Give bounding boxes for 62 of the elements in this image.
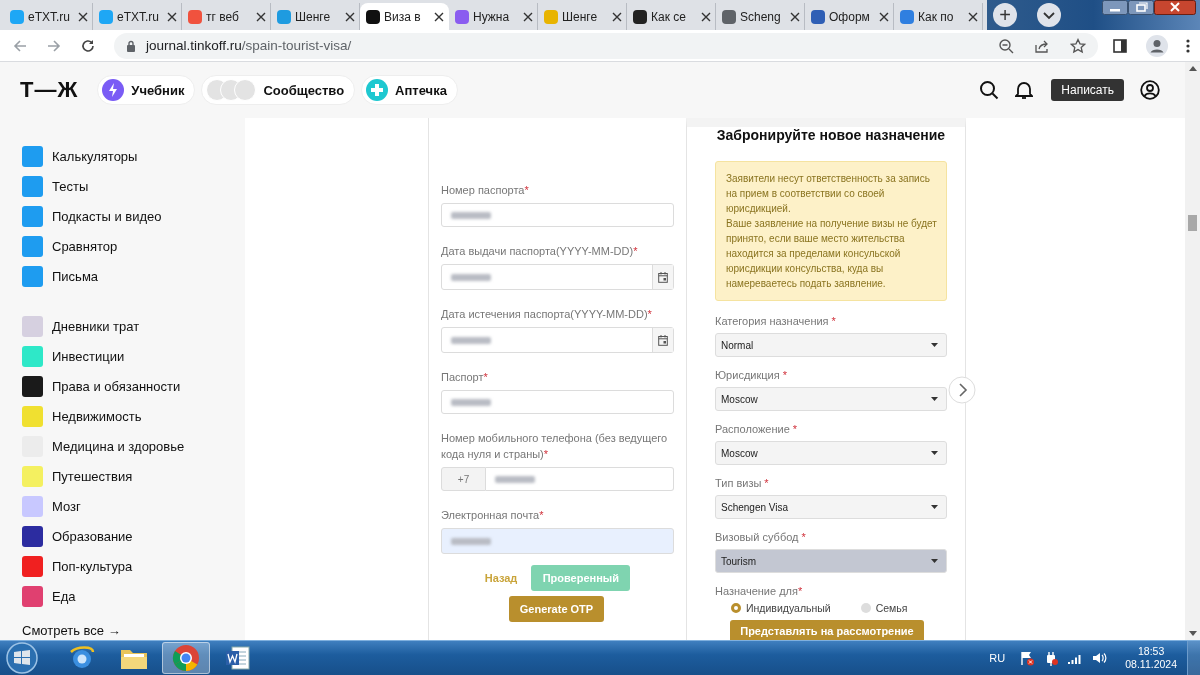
sidebar-link[interactable]: Письма (52, 268, 99, 284)
field-label: Тип визы * (715, 476, 770, 491)
tab-title: eTXT.ru (28, 9, 71, 24)
form-title: Забронируйте новое назначение (715, 127, 947, 145)
sidebar-link[interactable]: Сравнятор (52, 238, 118, 254)
nav-pill[interactable]: Сообщество (201, 75, 356, 105)
sidebar-link[interactable]: Недвижимость (52, 408, 142, 424)
sidebar-link[interactable]: Образование (52, 528, 133, 544)
tab-title: Как по (918, 9, 955, 24)
tab-title: Как се (651, 9, 687, 24)
tab-title: Scheng (740, 9, 782, 24)
clock-time[interactable]: 18:53 (1137, 645, 1165, 658)
sidebar-link[interactable]: Подкасты и видео (52, 208, 162, 224)
tab-title: Шенге (562, 9, 599, 24)
see-all-link[interactable]: Смотреть все → (22, 623, 245, 638)
radio-option[interactable]: Семья (860, 602, 908, 614)
tab-title: тг веб (206, 9, 240, 24)
field-label: Юрисдикция * (715, 368, 788, 383)
field-label: Дата выдачи паспорта(YYYY-MM-DD)* (441, 244, 639, 259)
tab-title: Оформ (829, 9, 871, 24)
dropdown[interactable]: Tourism (715, 549, 947, 573)
nav-pill[interactable]: Учебник (97, 75, 196, 105)
nav-pill[interactable]: Аптечка (361, 75, 458, 105)
sidebar-link[interactable]: Медицина и здоровье (52, 438, 185, 454)
dropdown[interactable]: Normal (715, 333, 947, 357)
sidebar-link[interactable]: Путешествия (52, 468, 133, 484)
clock-date[interactable]: 08.11.2024 (1125, 658, 1177, 671)
field-label: Категория назначения * (715, 314, 837, 329)
browser-tab[interactable]: Виза в (360, 3, 449, 30)
field-label: Электронная почта* (441, 508, 545, 523)
field-label: Расположение * (715, 422, 799, 437)
dropdown[interactable]: Schengen Visa (715, 495, 947, 519)
sidebar-link[interactable]: Поп-культура (52, 558, 133, 574)
site-logo[interactable]: Т—Ж (20, 77, 79, 103)
language-indicator[interactable]: RU (989, 652, 1006, 664)
notice-text: Заявители несут ответственность за запись на прием в соответствии со своей юрисдикцией. (726, 172, 931, 216)
sidebar-link[interactable]: Калькуляторы (52, 148, 138, 164)
country-code: +7 (441, 467, 486, 491)
notice-text: Ваше заявление на получение визы не будет принято, если ваше место жительства находится за пределами консульской юрисдикции консульства, куда вы намереваетесь подать заявление. (726, 217, 938, 291)
new-tab-button[interactable]: + (993, 3, 1017, 27)
field-label: Номер мобильного телефона (без ведущего кода нуля и страны)* (441, 431, 669, 462)
sidebar-link[interactable]: Дневники трат (52, 318, 140, 334)
url-text: journal.tinkoff.ru/spain-tourist-visa/ (146, 38, 352, 53)
radio-option[interactable]: Индивидуальный (731, 602, 831, 614)
dropdown[interactable]: Moscow (715, 441, 947, 465)
write-button[interactable]: Написать (1051, 79, 1124, 101)
tab-title: Виза в (384, 9, 422, 24)
field-label: Номер паспорта* (441, 183, 530, 198)
tab-title: Шенге (295, 9, 332, 24)
sidebar-link[interactable]: Еда (52, 588, 76, 604)
field-label: Дата истечения паспорта(YYYY-MM-DD)* (441, 307, 653, 322)
sidebar-link[interactable]: Мозг (52, 498, 81, 514)
address-bar[interactable]: journal.tinkoff.ru/spain-tourist-visa/ (114, 32, 1098, 59)
tab-title: eTXT.ru (117, 9, 160, 24)
field-label: Паспорт* (441, 370, 489, 385)
dropdown[interactable]: Moscow (715, 387, 947, 411)
sidebar-link[interactable]: Инвестиции (52, 348, 125, 364)
field-label: Назначение для* (715, 584, 804, 599)
sidebar-link[interactable]: Тесты (52, 178, 89, 194)
tab-title: Нужна (473, 9, 511, 24)
sidebar-link[interactable]: Права и обязанности (52, 378, 181, 394)
field-label: Визовый суббод * (715, 530, 807, 545)
